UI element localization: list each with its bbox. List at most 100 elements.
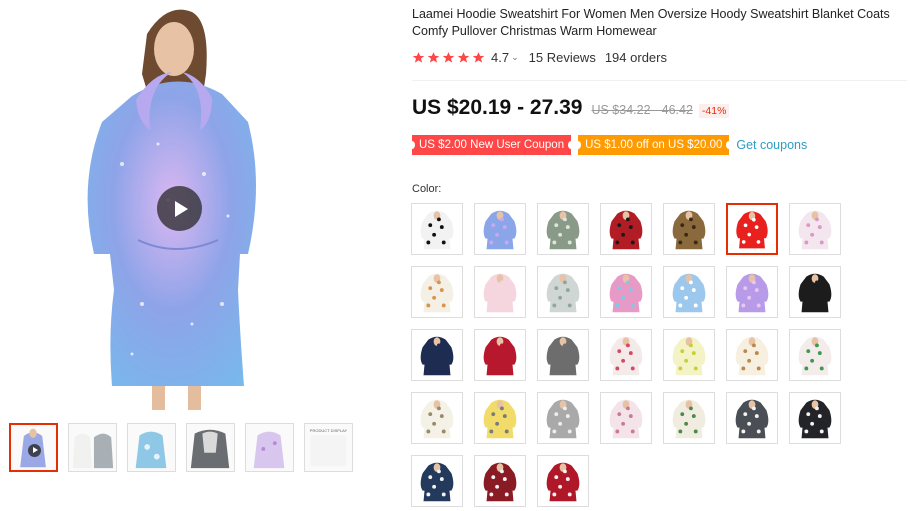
swatch-image xyxy=(483,210,517,250)
star-icon xyxy=(412,52,425,63)
divider xyxy=(412,80,907,81)
color-swatch-5[interactable] xyxy=(663,203,715,255)
color-swatch-14[interactable] xyxy=(789,266,841,318)
thumbnail-strip: PRODUCT DISPLAY xyxy=(9,423,353,472)
color-swatch-12[interactable] xyxy=(663,266,715,318)
color-label: Color: xyxy=(412,183,442,195)
swatch-image xyxy=(735,273,769,313)
orders-count: 194 orders xyxy=(604,50,667,65)
swatch-image xyxy=(483,462,517,502)
thumbnail-image xyxy=(72,433,114,469)
swatch-image xyxy=(420,210,454,250)
thumbnail-4[interactable] xyxy=(186,423,235,472)
color-swatch-20[interactable] xyxy=(726,329,778,381)
color-swatch-18[interactable] xyxy=(600,329,652,381)
coupon-row: US $2.00 New User Coupon US $1.00 off on… xyxy=(408,135,807,155)
color-swatch-10[interactable] xyxy=(537,266,589,318)
color-swatch-29[interactable] xyxy=(411,455,463,507)
swatch-image xyxy=(609,210,643,250)
chevron-down-icon[interactable]: ⌄ xyxy=(511,52,519,63)
color-swatch-3[interactable] xyxy=(537,203,589,255)
price-row: US $20.19 - 27.39 US $34.22 - 46.42 -41% xyxy=(412,96,730,120)
discount-badge: -41% xyxy=(698,104,730,118)
swatch-image xyxy=(546,399,580,439)
swatch-image xyxy=(735,336,769,376)
size-chart-label: PRODUCT DISPLAY xyxy=(309,428,348,433)
color-swatch-23[interactable] xyxy=(474,392,526,444)
thumbnail-image xyxy=(190,429,230,469)
swatch-image xyxy=(672,336,706,376)
swatch-image xyxy=(483,399,517,439)
color-swatch-16[interactable] xyxy=(474,329,526,381)
color-swatch-11[interactable] xyxy=(600,266,652,318)
color-swatch-13[interactable] xyxy=(726,266,778,318)
swatch-image xyxy=(420,399,454,439)
star-icon xyxy=(457,52,470,63)
color-swatch-27[interactable] xyxy=(726,392,778,444)
star-icon xyxy=(442,52,455,63)
thumbnail-3[interactable] xyxy=(127,423,176,472)
swatch-image xyxy=(672,399,706,439)
color-swatch-26[interactable] xyxy=(663,392,715,444)
swatch-image xyxy=(483,273,517,313)
swatch-image xyxy=(798,336,832,376)
swatch-image xyxy=(483,336,517,376)
swatch-image xyxy=(736,211,768,249)
swatch-image xyxy=(798,210,832,250)
swatch-image xyxy=(420,273,454,313)
color-swatch-25[interactable] xyxy=(600,392,652,444)
swatch-image xyxy=(546,273,580,313)
rating-value[interactable]: 4.7 xyxy=(491,50,509,65)
color-swatch-22[interactable] xyxy=(411,392,463,444)
swatch-image xyxy=(609,336,643,376)
swatch-image xyxy=(420,462,454,502)
color-swatch-8[interactable] xyxy=(411,266,463,318)
new-user-coupon[interactable]: US $2.00 New User Coupon xyxy=(408,135,575,155)
color-swatch-24[interactable] xyxy=(537,392,589,444)
color-swatch-31[interactable] xyxy=(537,455,589,507)
swatch-image xyxy=(609,273,643,313)
color-swatch-15[interactable] xyxy=(411,329,463,381)
thumbnail-1[interactable] xyxy=(9,423,58,472)
thumbnail-2[interactable] xyxy=(68,423,117,472)
color-swatch-28[interactable] xyxy=(789,392,841,444)
swatch-image xyxy=(609,399,643,439)
color-swatch-7[interactable] xyxy=(789,203,841,255)
color-swatch-30[interactable] xyxy=(474,455,526,507)
star-rating xyxy=(412,51,485,64)
swatch-image xyxy=(546,336,580,376)
thumbnail-5[interactable] xyxy=(245,423,294,472)
color-swatch-6[interactable] xyxy=(726,203,778,255)
reviews-link[interactable]: 15 Reviews xyxy=(529,50,596,65)
get-coupons-link[interactable]: Get coupons xyxy=(736,138,807,152)
color-swatch-4[interactable] xyxy=(600,203,652,255)
swatch-image xyxy=(798,273,832,313)
color-swatch-2[interactable] xyxy=(474,203,526,255)
play-video-button[interactable] xyxy=(157,186,202,231)
rating-row: 4.7 ⌄ 15 Reviews 194 orders xyxy=(412,50,667,65)
color-swatch-19[interactable] xyxy=(663,329,715,381)
swatch-image xyxy=(546,210,580,250)
swatch-image xyxy=(672,210,706,250)
thumbnail-image xyxy=(135,431,167,469)
swatch-image xyxy=(798,399,832,439)
store-coupon[interactable]: US $1.00 off on US $20.00 xyxy=(575,135,733,155)
play-icon xyxy=(175,200,188,217)
swatch-image xyxy=(420,336,454,376)
thumbnail-image xyxy=(253,431,285,469)
current-price: US $20.19 - 27.39 xyxy=(412,96,583,119)
color-swatch-grid xyxy=(411,203,841,507)
color-swatch-17[interactable] xyxy=(537,329,589,381)
star-icon xyxy=(472,52,485,63)
star-icon xyxy=(427,52,440,63)
swatch-image xyxy=(672,273,706,313)
product-title: Laamei Hoodie Sweatshirt For Women Men O… xyxy=(412,7,890,38)
original-price: US $34.22 - 46.42 xyxy=(591,103,693,117)
thumbnail-6[interactable]: PRODUCT DISPLAY xyxy=(304,423,353,472)
color-swatch-1[interactable] xyxy=(411,203,463,255)
color-swatch-21[interactable] xyxy=(789,329,841,381)
swatch-image xyxy=(735,399,769,439)
color-swatch-9[interactable] xyxy=(474,266,526,318)
video-indicator-icon xyxy=(28,444,41,457)
main-product-image[interactable] xyxy=(72,4,292,412)
